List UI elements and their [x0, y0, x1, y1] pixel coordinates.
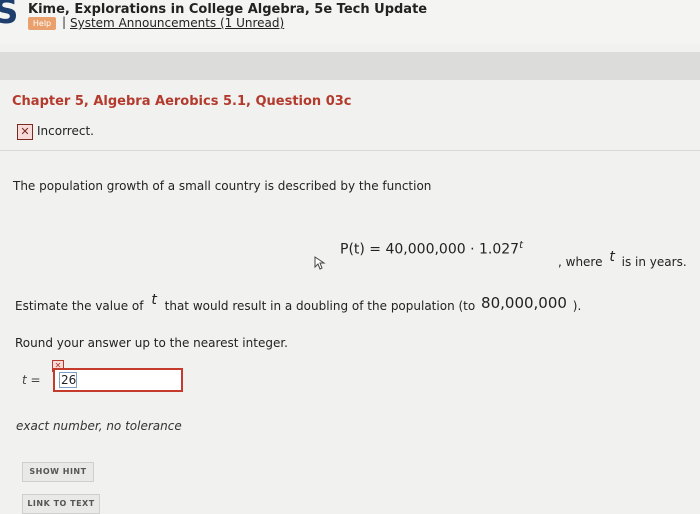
answer-label: t = [22, 373, 41, 387]
divider [0, 150, 700, 151]
formula-lhs: P(t) = 40,000,000 · 1.027 [340, 241, 520, 258]
where-variable: t [609, 249, 615, 265]
toolbar-band [0, 52, 700, 80]
formula-exponent: t [519, 240, 523, 251]
announcements-link[interactable]: System Announcements (1 Unread) [70, 16, 284, 30]
header-separator: | [62, 15, 67, 29]
link-to-text-button[interactable]: LINK TO TEXT [22, 494, 100, 514]
incorrect-x-icon: ✕ [17, 124, 33, 140]
status-text: Incorrect. [37, 124, 94, 138]
tolerance-note: exact number, no tolerance [16, 419, 182, 433]
answer-value: 26 [61, 373, 77, 387]
where-prefix: , where [558, 255, 603, 269]
show-hint-button[interactable]: SHOW HINT [22, 462, 94, 482]
estimate-variable: t [151, 292, 157, 308]
answer-input[interactable]: 26 [53, 368, 183, 392]
estimate-target: 80,000,000 [481, 294, 567, 312]
question-prompt: The population growth of a small country… [13, 179, 432, 193]
mouse-pointer-icon [314, 256, 326, 270]
rounding-instruction: Round your answer up to the nearest inte… [15, 336, 288, 350]
formula: P(t) = 40,000,000 · 1.027t [340, 240, 523, 258]
estimate-instruction: Estimate the value of t that would resul… [15, 292, 582, 314]
estimate-suffix: ). [572, 299, 582, 313]
question-title: Chapter 5, Algebra Aerobics 5.1, Questio… [12, 94, 352, 109]
logo-icon: S [0, 0, 19, 32]
where-clause: , where t is in years. [558, 249, 687, 270]
top-bar: S Kime, Explorations in College Algebra,… [0, 0, 700, 44]
help-button[interactable]: Help [28, 17, 56, 30]
estimate-prefix: Estimate the value of [15, 299, 144, 313]
book-title: Kime, Explorations in College Algebra, 5… [28, 2, 428, 17]
estimate-middle: that would result in a doubling of the p… [164, 299, 476, 313]
where-suffix: is in years. [621, 255, 687, 269]
